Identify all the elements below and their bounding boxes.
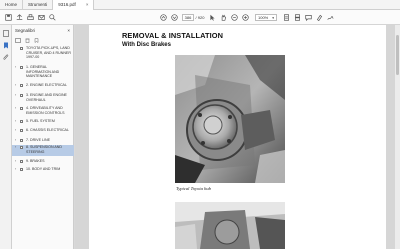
tab-document[interactable]: 9316.pdf × — [52, 0, 95, 10]
bookmark-doc-icon — [20, 138, 23, 143]
page-thumbnails-icon[interactable] — [2, 29, 10, 37]
bookmark-item[interactable]: › 1. GENERAL INFORMATION AND MAINTENANCE — [12, 65, 74, 80]
scroll-mode-icon[interactable] — [293, 13, 302, 22]
panel-header: Segnalibri × — [12, 25, 73, 35]
close-tab-icon[interactable]: × — [86, 0, 89, 10]
save-icon[interactable] — [4, 13, 13, 22]
highlight-icon[interactable] — [315, 13, 324, 22]
bookmark-item[interactable]: TOYOTA PICK-UPS, LAND CRUISER, AND 4 RUN… — [12, 46, 74, 66]
expand-arrow-icon[interactable]: › — [15, 138, 16, 143]
navigation-icon-strip — [0, 25, 12, 249]
page-total: / 920 — [195, 15, 205, 20]
scrollbar-thumb[interactable] — [396, 35, 399, 75]
bookmark-item-selected[interactable]: › 8. SUSPENSION AND STEERING — [12, 145, 74, 156]
expand-arrow-icon[interactable]: › — [15, 106, 16, 111]
page-number-input[interactable]: 386 — [182, 14, 194, 21]
email-icon[interactable] — [37, 13, 46, 22]
expand-arrow-icon[interactable]: › — [15, 65, 16, 70]
vertical-scrollbar[interactable] — [395, 25, 400, 249]
zoom-select[interactable]: 100% ▾ — [255, 14, 277, 21]
bookmark-label: 6. CHASSIS ELECTRICAL — [26, 128, 69, 132]
page-up-icon[interactable] — [159, 13, 168, 22]
bookmark-doc-icon — [20, 119, 23, 124]
bookmark-label: 7. DRIVE LINE — [26, 138, 50, 142]
bookmark-label: 4. DRIVEABILITY AND EMISSION CONTROLS — [26, 106, 65, 115]
bookmarks-panel: Segnalibri × TOYOTA PICK-UPS, LAND CRUIS… — [12, 25, 74, 249]
comment-icon[interactable] — [304, 13, 313, 22]
hand-tool-icon[interactable] — [219, 13, 228, 22]
toolbar: 386 / 920 100% ▾ — [0, 10, 400, 25]
bookmark-item[interactable]: › 5. FUEL SYSTEM — [12, 119, 74, 125]
bookmark-label: TOYOTA PICK-UPS, LAND CRUISER, AND 4 RUN… — [26, 46, 71, 60]
bookmark-doc-icon — [20, 83, 23, 88]
section-subheading: With Disc Brakes — [122, 42, 171, 48]
tab-bar: Home Strumenti 9316.pdf × — [0, 0, 400, 10]
expand-arrow-icon[interactable]: › — [15, 145, 16, 150]
page-down-icon[interactable] — [170, 13, 179, 22]
search-icon[interactable] — [48, 13, 57, 22]
bookmark-label: 5. FUEL SYSTEM — [26, 119, 55, 123]
bookmark-item[interactable]: › 4. DRIVEABILITY AND EMISSION CONTROLS — [12, 106, 74, 116]
attachment-icon[interactable] — [2, 53, 10, 61]
bookmark-label: 2. ENGINE ELECTRICAL — [26, 83, 67, 87]
bookmark-item[interactable]: › 7. DRIVE LINE — [12, 138, 74, 144]
expand-arrow-icon[interactable]: › — [15, 119, 16, 124]
zoom-in-icon[interactable] — [241, 13, 250, 22]
second-photo — [175, 202, 285, 249]
bookmark-doc-icon — [20, 128, 23, 133]
bookmark-doc-icon — [20, 106, 23, 111]
print-icon[interactable] — [26, 13, 35, 22]
pdf-page: REMOVAL & INSTALLATION With Disc Brakes — [89, 25, 386, 249]
bookmark-item[interactable]: › 2. ENGINE ELECTRICAL — [12, 83, 74, 89]
panel-tools — [12, 35, 73, 43]
bookmark-item[interactable]: › 3. ENGINE AND ENGINE OVERHAUL — [12, 93, 74, 103]
bookmark-doc-icon — [20, 159, 23, 164]
section-heading: REMOVAL & INSTALLATION — [122, 31, 224, 40]
bookmark-label: 1. GENERAL INFORMATION AND MAINTENANCE — [26, 65, 60, 79]
bookmark-item[interactable]: › 9. BRAKES — [12, 159, 74, 165]
bookmark-item[interactable]: › 10. BODY AND TRIM — [12, 167, 74, 173]
bookmark-doc-icon — [20, 167, 23, 172]
bookmark-label: 8. SUSPENSION AND STEERING — [26, 145, 62, 154]
tab-tools[interactable]: Strumenti — [22, 0, 52, 10]
upload-icon[interactable] — [15, 13, 24, 22]
zoom-out-icon[interactable] — [230, 13, 239, 22]
sign-icon[interactable] — [326, 13, 335, 22]
bookmark-label: 3. ENGINE AND ENGINE OVERHAUL — [26, 93, 67, 102]
document-viewport[interactable]: REMOVAL & INSTALLATION With Disc Brakes — [75, 25, 400, 249]
bookmark-doc-icon — [20, 46, 23, 51]
bookmark-doc-icon — [20, 93, 23, 98]
fit-page-icon[interactable] — [282, 13, 291, 22]
tab-document-label: 9316.pdf — [58, 1, 76, 7]
figure-caption: Typical Toyota hub — [176, 186, 211, 191]
select-arrow-icon[interactable] — [208, 13, 217, 22]
hub-photo — [175, 55, 285, 183]
bookmark-item[interactable]: › 6. CHASSIS ELECTRICAL — [12, 128, 74, 134]
bookmark-doc-icon — [20, 145, 23, 150]
bookmark-label: 10. BODY AND TRIM — [26, 167, 61, 171]
bookmark-label: 9. BRAKES — [26, 159, 45, 163]
bookmarks-icon[interactable] — [2, 41, 10, 49]
tab-home[interactable]: Home — [0, 0, 22, 10]
expand-arrow-icon[interactable]: › — [15, 159, 16, 164]
close-panel-icon[interactable]: × — [67, 28, 70, 33]
expand-arrow-icon[interactable]: › — [15, 128, 16, 133]
expand-arrow-icon[interactable]: › — [15, 167, 16, 172]
expand-arrow-icon[interactable]: › — [15, 93, 16, 98]
expand-arrow-icon[interactable]: › — [15, 83, 16, 88]
zoom-value: 100% — [258, 15, 269, 20]
bookmark-doc-icon — [20, 65, 23, 70]
chevron-down-icon: ▾ — [272, 15, 274, 20]
